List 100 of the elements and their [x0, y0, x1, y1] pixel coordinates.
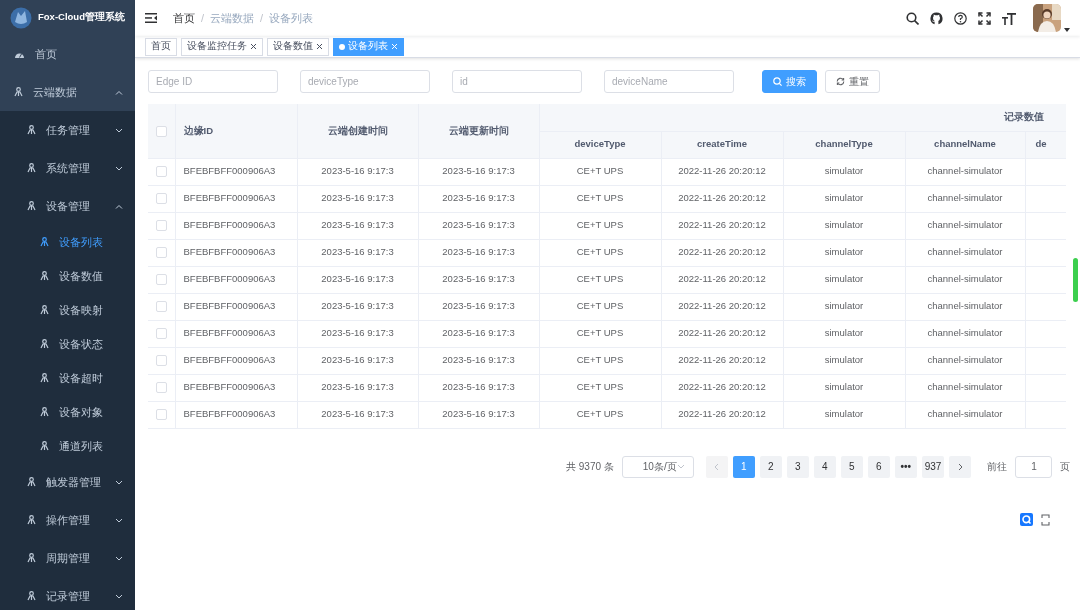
sidebar-item[interactable]: 系统管理 [0, 149, 135, 187]
table-cell: CE+T UPS [539, 212, 661, 239]
table-cell: 2023-5-16 9:17:3 [418, 374, 539, 401]
search-field[interactable]: deviceName [604, 70, 734, 93]
sidebar-item[interactable]: 周期管理 [0, 539, 135, 577]
close-icon[interactable] [250, 43, 257, 50]
sidebar-item[interactable]: 设备状态 [0, 327, 135, 361]
table-cell: channel-simulator [905, 320, 1025, 347]
table-cell: 2023-5-16 9:17:3 [297, 239, 418, 266]
table-cell: simulator [783, 185, 905, 212]
cat-icon[interactable] [930, 11, 943, 25]
search-field[interactable]: Edge ID [148, 70, 278, 93]
breadcrumb-item: 云端数据 [210, 10, 255, 26]
scrollbar-thumb[interactable] [1073, 258, 1078, 302]
checkbox[interactable] [155, 220, 167, 232]
text-size-icon[interactable] [1002, 11, 1016, 25]
page-button[interactable]: 2 [759, 455, 782, 478]
table-cell: 2023-5-16 9:17:3 [297, 212, 418, 239]
sidebar-item[interactable]: 设备管理 [0, 187, 135, 225]
page-button[interactable]: 3 [786, 455, 809, 478]
sidebar-item[interactable]: 通道列表 [0, 429, 135, 463]
menu-icon[interactable] [145, 13, 157, 23]
table-cell: 2023-5-16 9:17:3 [418, 239, 539, 266]
page-button[interactable]: 4 [813, 455, 836, 478]
breadcrumb-item: 设备列表 [269, 10, 314, 26]
table-cell: BFEBFBFF000906A3 [175, 347, 297, 374]
column-header: deviceType [539, 131, 661, 158]
checkbox[interactable] [155, 355, 167, 367]
sidebar-item[interactable]: 设备对象 [0, 395, 135, 429]
sidebar-item[interactable]: 设备数值 [0, 259, 135, 293]
sidebar-item[interactable]: 操作管理 [0, 501, 135, 539]
checkbox[interactable] [155, 274, 167, 286]
help-icon[interactable] [954, 11, 967, 25]
checkbox[interactable] [155, 328, 167, 340]
sidebar-item[interactable]: 设备超时 [0, 361, 135, 395]
chevron-down-icon [115, 593, 123, 599]
close-icon[interactable] [316, 43, 323, 50]
checkbox[interactable] [155, 125, 167, 137]
sidebar-item[interactable]: 设备映射 [0, 293, 135, 327]
person-icon [40, 373, 49, 383]
view-tab[interactable]: 设备监控任务 [181, 37, 263, 56]
table-cell: 2023-5-16 9:17:3 [418, 158, 539, 185]
checkbox[interactable] [155, 382, 167, 394]
person-icon [40, 339, 49, 349]
breadcrumb-item[interactable]: 首页 [173, 9, 195, 27]
page-size-select[interactable]: 10条/页 [621, 455, 694, 478]
page-button[interactable]: 5 [840, 455, 863, 478]
app-title: Fox-Cloud管理系统 [38, 10, 125, 25]
fullscreen-icon[interactable] [978, 11, 991, 25]
search-field[interactable]: id [452, 70, 582, 93]
avatar[interactable] [1033, 4, 1061, 32]
sidebar-item[interactable]: 任务管理 [0, 111, 135, 149]
search-field[interactable]: deviceType [300, 70, 430, 93]
table-cell: 2022-11-26 20:20:12 [661, 266, 783, 293]
page-button[interactable]: 937 [921, 455, 945, 478]
table-cell: simulator [783, 293, 905, 320]
checkbox[interactable] [155, 193, 167, 205]
table-cell: BFEBFBFF000906A3 [175, 293, 297, 320]
table-cell: CE+T UPS [539, 320, 661, 347]
chevron-down-icon [115, 555, 123, 561]
table-cell: 2023-5-16 9:17:3 [297, 401, 418, 428]
sidebar-item[interactable]: 触发器管理 [0, 463, 135, 501]
table-cell: channel-simulator [905, 266, 1025, 293]
search-icon [773, 77, 782, 86]
caret-icon[interactable] [1064, 28, 1070, 32]
table-cell: CE+T UPS [539, 401, 661, 428]
search-tool-icon[interactable] [1020, 513, 1033, 526]
search-icon[interactable] [906, 11, 919, 25]
table-cell: 2022-11-26 20:20:12 [661, 293, 783, 320]
table-cell: 2023-5-16 9:17:3 [418, 293, 539, 320]
reset-button[interactable]: 重置 [825, 70, 880, 93]
table-cell: 2022-11-26 20:20:12 [661, 347, 783, 374]
chevron-down-icon [115, 127, 123, 133]
person-icon [14, 87, 23, 97]
table-cell: BFEBFBFF000906A3 [175, 158, 297, 185]
checkbox[interactable] [155, 247, 167, 259]
checkbox[interactable] [155, 409, 167, 421]
next-page-button[interactable] [949, 455, 972, 478]
chevron-up-icon [115, 203, 123, 209]
table-cell: BFEBFBFF000906A3 [175, 266, 297, 293]
checkbox[interactable] [155, 166, 167, 178]
table-cell: 2022-11-26 20:20:12 [661, 158, 783, 185]
expand-icon[interactable] [1041, 513, 1050, 526]
table-cell: simulator [783, 266, 905, 293]
table-cell: simulator [783, 401, 905, 428]
checkbox[interactable] [155, 301, 167, 313]
sidebar-item[interactable]: 记录管理 [0, 577, 135, 610]
view-tab[interactable]: 设备数值 [267, 37, 329, 56]
view-tab[interactable]: 首页 [145, 37, 177, 56]
page-button[interactable]: 6 [867, 455, 890, 478]
page-jump-field[interactable]: 1 [1015, 455, 1053, 478]
table-cell: channel-simulator [905, 374, 1025, 401]
table-cell: simulator [783, 347, 905, 374]
more-pages-button[interactable]: ••• [894, 455, 917, 478]
person-icon [27, 515, 36, 525]
table-cell: CE+T UPS [539, 266, 661, 293]
column-header: 云端创建时间 [297, 104, 418, 158]
person-icon [27, 125, 36, 135]
sidebar-item[interactable]: 设备列表 [0, 225, 135, 259]
table-cell: 2023-5-16 9:17:3 [418, 347, 539, 374]
